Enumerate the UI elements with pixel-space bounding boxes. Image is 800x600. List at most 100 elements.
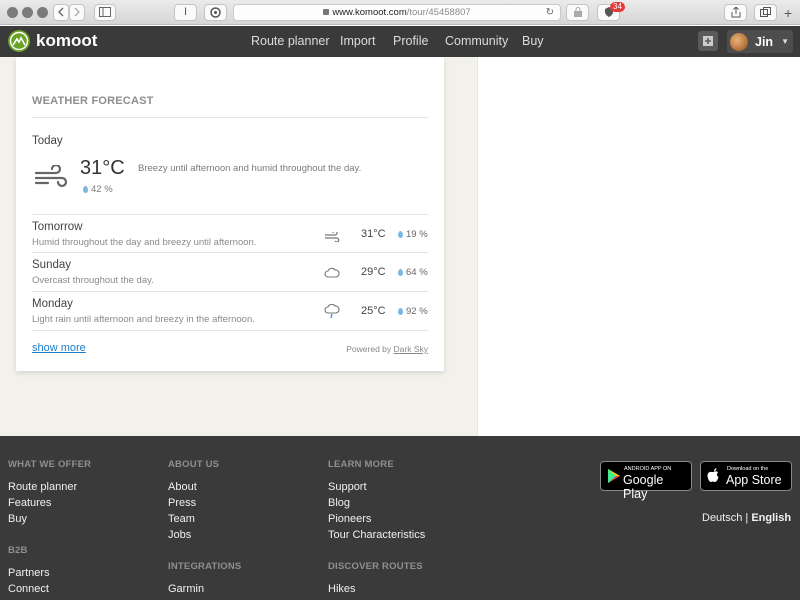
lock-icon	[323, 9, 330, 15]
divider	[32, 291, 428, 292]
wind-icon	[324, 229, 340, 247]
sidebar-button[interactable]	[94, 4, 116, 21]
app-store-small-text: Download on the	[727, 466, 769, 472]
today-temperature: 31°C	[80, 157, 125, 179]
forecast-description: Light rain until afternoon and breezy in…	[32, 314, 255, 325]
forward-button[interactable]	[69, 4, 85, 21]
language-separator: |	[745, 512, 749, 524]
nav-community[interactable]: Community	[445, 34, 508, 48]
url-path: /tour/45458807	[406, 7, 471, 18]
footer-link-features[interactable]: Features	[8, 497, 51, 509]
logo-text: komoot	[36, 31, 98, 50]
extension-icon	[210, 7, 221, 18]
raindrop-icon	[398, 308, 403, 315]
raindrop-icon	[83, 186, 88, 193]
chevron-down-icon: ▼	[781, 37, 789, 46]
forecast-rain-chance: 92 %	[398, 306, 428, 317]
back-button[interactable]	[53, 4, 69, 21]
reader-button[interactable]: I	[174, 4, 197, 21]
show-more-link[interactable]: show more	[32, 342, 86, 354]
footer: WHAT WE OFFER Route planner Features Buy…	[0, 436, 800, 600]
tabs-icon	[760, 7, 771, 17]
address-bar[interactable]: www.komoot.com/tour/45458807 ↻	[233, 4, 561, 21]
sidebar-icon	[99, 7, 111, 17]
url-domain: www.komoot.com	[332, 7, 407, 18]
wind-icon	[34, 163, 70, 194]
minimize-window-button[interactable]	[22, 7, 33, 18]
rain-cloud-icon	[324, 303, 340, 324]
footer-heading-discover-routes: DISCOVER ROUTES	[328, 561, 423, 572]
extension-badge: 34	[610, 2, 625, 12]
user-name: Jin	[755, 34, 774, 49]
komoot-logo[interactable]: komoot	[8, 30, 97, 52]
footer-link-about[interactable]: About	[168, 481, 197, 493]
language-english[interactable]: English	[751, 512, 791, 524]
footer-link-connect[interactable]: Connect	[8, 583, 49, 595]
browser-toolbar: I www.komoot.com/tour/45458807 ↻ 34 +	[0, 0, 800, 25]
nav-route-planner[interactable]: Route planner	[251, 34, 330, 48]
extension-button[interactable]	[204, 4, 227, 21]
plus-icon	[703, 36, 713, 46]
today-rain-chance: 42 %	[83, 184, 113, 195]
user-menu-button[interactable]: Jin ▼	[727, 30, 793, 53]
avatar	[730, 32, 748, 51]
reload-icon[interactable]: ↻	[546, 5, 554, 20]
footer-heading-b2b: B2B	[8, 545, 28, 556]
google-play-badge[interactable]: ANDROID APP ON Google Play	[600, 461, 692, 501]
forecast-description: Overcast throughout the day.	[32, 275, 154, 286]
nav-buy[interactable]: Buy	[522, 34, 544, 48]
footer-link-hikes[interactable]: Hikes	[328, 583, 356, 595]
raindrop-icon	[398, 269, 403, 276]
forecast-description: Humid throughout the day and breezy unti…	[32, 237, 257, 248]
today-label: Today	[32, 135, 63, 147]
footer-link-press[interactable]: Press	[168, 497, 196, 509]
app-store-badge[interactable]: Download on the App Store	[700, 461, 792, 491]
apple-icon	[707, 468, 719, 482]
footer-link-support[interactable]: Support	[328, 481, 367, 493]
forecast-day: Sunday	[32, 259, 72, 271]
forecast-day: Tomorrow	[32, 221, 83, 233]
share-icon	[731, 7, 740, 18]
lock-icon	[573, 7, 582, 17]
forecast-temperature: 25°C	[361, 305, 386, 317]
privacy-button[interactable]	[566, 4, 589, 21]
footer-link-route-planner[interactable]: Route planner	[8, 481, 77, 493]
footer-link-jobs[interactable]: Jobs	[168, 529, 191, 541]
nav-import[interactable]: Import	[340, 34, 375, 48]
footer-heading-learn-more: LEARN MORE	[328, 459, 394, 470]
chevron-right-icon	[74, 7, 80, 17]
footer-link-garmin[interactable]: Garmin	[168, 583, 204, 595]
language-switcher: Deutsch | English	[702, 512, 791, 524]
powered-by: Powered by Dark Sky	[346, 344, 428, 354]
forecast-day: Monday	[32, 298, 73, 310]
language-deutsch[interactable]: Deutsch	[702, 512, 742, 524]
forecast-temperature: 29°C	[361, 266, 386, 278]
forecast-temperature: 31°C	[361, 228, 386, 240]
play-store-icon	[608, 469, 620, 483]
new-tab-button[interactable]: +	[784, 6, 792, 20]
weather-forecast-title: WEATHER FORECAST	[32, 95, 154, 107]
footer-link-buy[interactable]: Buy	[8, 513, 27, 525]
forecast-rain-chance: 64 %	[398, 267, 428, 278]
chevron-left-icon	[58, 7, 64, 17]
cloud-icon	[324, 266, 340, 284]
app-store-big-text: App Store	[726, 473, 782, 487]
footer-link-partners[interactable]: Partners	[8, 567, 50, 579]
footer-link-blog[interactable]: Blog	[328, 497, 350, 509]
zoom-window-button[interactable]	[37, 7, 48, 18]
footer-link-tour-characteristics[interactable]: Tour Characteristics	[328, 529, 425, 541]
footer-link-team[interactable]: Team	[168, 513, 195, 525]
close-window-button[interactable]	[7, 7, 18, 18]
add-button[interactable]	[698, 31, 718, 51]
google-play-big-text: Google Play	[623, 473, 664, 501]
nav-profile[interactable]: Profile	[393, 34, 428, 48]
share-button[interactable]	[724, 4, 747, 21]
divider	[32, 252, 428, 253]
footer-link-pioneers[interactable]: Pioneers	[328, 513, 371, 525]
right-panel	[477, 57, 800, 436]
footer-heading-about-us: ABOUT US	[168, 459, 220, 470]
tabs-overview-button[interactable]	[754, 4, 777, 21]
top-navigation: komoot Route planner Import Profile Comm…	[0, 26, 800, 57]
dark-sky-link[interactable]: Dark Sky	[394, 344, 428, 354]
divider	[32, 214, 428, 215]
